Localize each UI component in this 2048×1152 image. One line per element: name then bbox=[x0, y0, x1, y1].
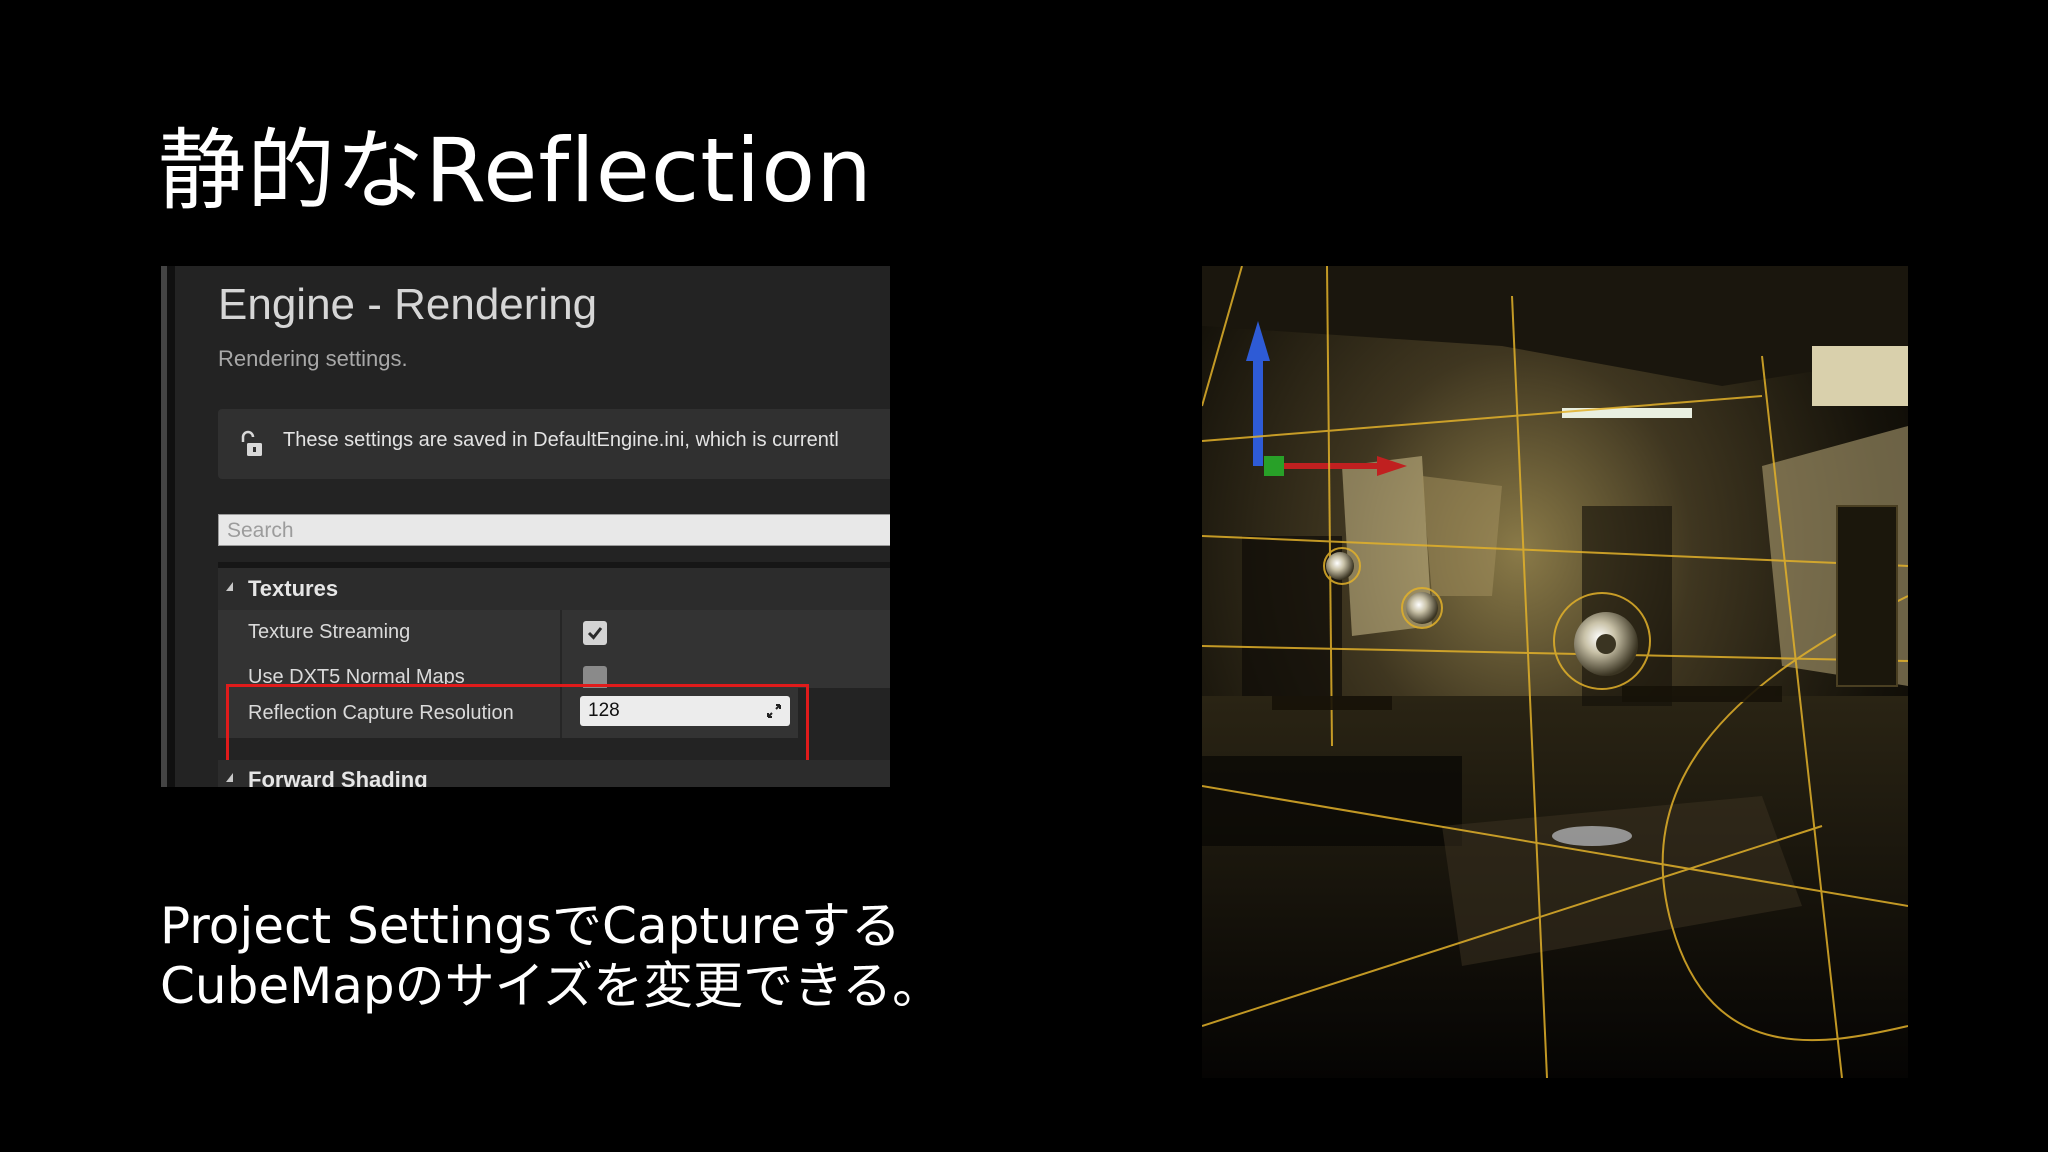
section-label: Textures bbox=[248, 576, 339, 601]
panel-title: Engine - Rendering bbox=[218, 280, 598, 329]
section-header-textures[interactable]: Textures bbox=[218, 568, 890, 610]
highlight-box bbox=[226, 684, 809, 766]
caption: Project SettingsでCaptureする CubeMapのサイズを変… bbox=[160, 896, 942, 1016]
engine-rendering-panel: Engine - Rendering Rendering settings. T… bbox=[161, 266, 890, 787]
scene-illustration bbox=[1202, 266, 1908, 1078]
unlock-icon[interactable] bbox=[238, 430, 264, 458]
setting-label: Texture Streaming bbox=[248, 621, 411, 643]
texture-streaming-checkbox[interactable] bbox=[583, 621, 607, 645]
column-separator bbox=[560, 654, 562, 688]
notice-text: These settings are saved in DefaultEngin… bbox=[283, 429, 839, 451]
check-icon bbox=[587, 627, 603, 640]
config-notice: These settings are saved in DefaultEngin… bbox=[218, 409, 890, 479]
collapse-triangle-icon bbox=[226, 773, 233, 782]
collapse-triangle-icon bbox=[226, 582, 233, 591]
column-separator bbox=[560, 610, 562, 654]
setting-row-dxt5: Use DXT5 Normal Maps bbox=[218, 654, 890, 688]
panel-edge-shadow bbox=[167, 266, 175, 787]
section-label: Forward Shading bbox=[248, 767, 428, 787]
scene-render-image bbox=[1202, 266, 1908, 1078]
setting-row-texture-streaming: Texture Streaming bbox=[218, 610, 890, 654]
search-input[interactable]: Search bbox=[218, 514, 890, 546]
section-header-forward-shading[interactable]: Forward Shading bbox=[218, 760, 890, 787]
caption-line-2: CubeMapのサイズを変更できる。 bbox=[160, 957, 943, 1015]
caption-line-1: Project SettingsでCaptureする bbox=[160, 897, 901, 955]
slide-title: 静的なReflection bbox=[158, 119, 873, 222]
panel-subtitle: Rendering settings. bbox=[218, 346, 408, 371]
